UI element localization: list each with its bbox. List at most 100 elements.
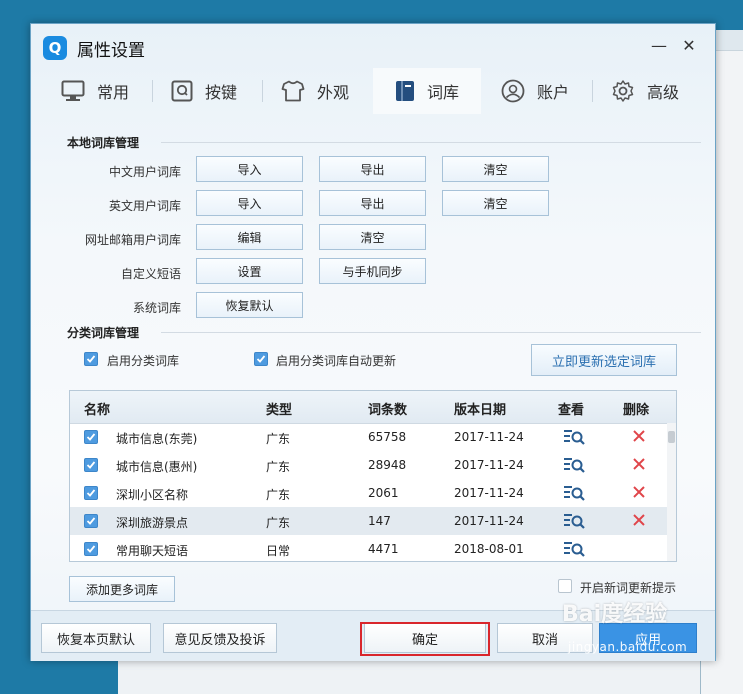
en-user-dict-label: 英文用户词库 <box>108 199 181 213</box>
tab-divider <box>592 80 593 102</box>
check-icon <box>86 489 96 497</box>
cn-export-button[interactable]: 导出 <box>319 156 426 182</box>
table-row[interactable]: 常用聊天短语 日常 4471 2018-08-01 <box>70 535 668 561</box>
auto-update-label: 启用分类词库自动更新 <box>276 354 397 368</box>
section-divider <box>161 142 701 143</box>
tab-appearance[interactable]: 外观 <box>281 68 371 114</box>
tab-advanced[interactable]: 高级 <box>611 68 701 114</box>
watermark-url: jingyan.baidu.com <box>568 640 688 654</box>
row-checkbox[interactable] <box>84 486 98 500</box>
new-word-hint-label: 开启新词更新提示 <box>580 581 677 595</box>
close-button[interactable]: ✕ <box>679 36 699 56</box>
view-list-icon[interactable] <box>564 456 586 474</box>
check-icon <box>86 461 96 469</box>
view-list-icon[interactable] <box>564 512 586 530</box>
tab-general-label: 常用 <box>97 83 130 102</box>
row-type: 广东 <box>266 488 291 502</box>
delete-icon[interactable] <box>632 485 646 499</box>
col-view: 查看 <box>558 403 585 418</box>
row-checkbox[interactable] <box>84 458 98 472</box>
url-email-dict-label: 网址邮箱用户词库 <box>84 233 181 247</box>
url-clear-button[interactable]: 清空 <box>319 224 426 250</box>
delete-icon[interactable] <box>632 457 646 471</box>
table-row[interactable]: 城市信息(惠州) 广东 28948 2017-11-24 <box>70 451 668 479</box>
titlebar: Q 属性设置 — ✕ <box>31 24 715 68</box>
auto-update-checkbox[interactable] <box>254 352 268 366</box>
row-checkbox[interactable] <box>84 542 98 556</box>
user-icon <box>501 79 525 103</box>
url-edit-button[interactable]: 编辑 <box>196 224 303 250</box>
row-date: 2017-11-24 <box>454 486 524 500</box>
category-dict-table: 名称 类型 词条数 版本日期 查看 删除 城市信息(东莞) 广东 65758 2017… <box>69 390 677 562</box>
tab-general[interactable]: 常用 <box>61 68 151 114</box>
en-clear-button[interactable]: 清空 <box>442 190 549 216</box>
col-date: 版本日期 <box>454 403 507 418</box>
row-name: 城市信息(东莞) <box>116 432 198 446</box>
row-type: 广东 <box>266 432 291 446</box>
view-list-icon[interactable] <box>564 484 586 502</box>
enable-category-checkbox[interactable] <box>84 352 98 366</box>
view-list-icon[interactable] <box>564 428 586 446</box>
table-row[interactable]: 深圳小区名称 广东 2061 2017-11-24 <box>70 479 668 507</box>
properties-dialog: Q 属性设置 — ✕ 常用 按键 外观 词库 账户 高级 本地词库管理 中文用户… <box>30 23 716 661</box>
row-count: 28948 <box>368 458 407 472</box>
table-row[interactable]: 城市信息(东莞) 广东 65758 2017-11-24 <box>70 423 668 451</box>
feedback-button[interactable]: 意见反馈及投诉 <box>163 623 277 653</box>
row-date: 2017-11-24 <box>454 514 524 528</box>
book-icon <box>396 81 414 101</box>
tab-dictionary[interactable]: 词库 <box>373 68 481 114</box>
ok-highlight-box <box>360 622 490 656</box>
tab-divider <box>262 80 263 102</box>
check-icon <box>86 517 96 525</box>
row-date: 2017-11-24 <box>454 430 524 444</box>
tab-keys[interactable]: 按键 <box>171 68 261 114</box>
row-type: 广东 <box>266 516 291 530</box>
tab-keys-label: 按键 <box>205 83 238 102</box>
monitor-icon <box>61 80 85 101</box>
col-type: 类型 <box>266 403 293 418</box>
check-icon <box>256 355 266 363</box>
en-import-button[interactable]: 导入 <box>196 190 303 216</box>
row-type: 广东 <box>266 460 291 474</box>
new-word-hint-checkbox[interactable] <box>558 579 572 593</box>
restore-page-default-button[interactable]: 恢复本页默认 <box>41 623 151 653</box>
delete-icon[interactable] <box>632 429 646 443</box>
enable-category-label: 启用分类词库 <box>107 354 180 368</box>
tab-advanced-label: 高级 <box>647 83 680 102</box>
row-count: 65758 <box>368 430 407 444</box>
row-checkbox[interactable] <box>84 514 98 528</box>
add-more-dict-button[interactable]: 添加更多词库 <box>69 576 175 602</box>
custom-phrase-settings-button[interactable]: 设置 <box>196 258 303 284</box>
scrollbar-thumb[interactable] <box>668 431 675 443</box>
delete-icon[interactable] <box>632 513 646 527</box>
en-export-button[interactable]: 导出 <box>319 190 426 216</box>
cn-import-button[interactable]: 导入 <box>196 156 303 182</box>
tab-appearance-label: 外观 <box>317 83 350 102</box>
col-count: 词条数 <box>368 403 408 418</box>
row-checkbox[interactable] <box>84 430 98 444</box>
restore-default-button[interactable]: 恢复默认 <box>196 292 303 318</box>
row-name: 深圳小区名称 <box>116 488 189 502</box>
tab-divider <box>152 80 153 102</box>
update-selected-button[interactable]: 立即更新选定词库 <box>531 344 677 376</box>
row-name: 城市信息(惠州) <box>116 460 198 474</box>
table-row[interactable]: 深圳旅游景点 广东 147 2017-11-24 <box>70 507 668 535</box>
tab-dictionary-label: 词库 <box>427 83 460 102</box>
category-dict-title: 分类词库管理 <box>67 326 140 340</box>
minimize-button[interactable]: — <box>649 36 669 56</box>
view-list-icon[interactable] <box>564 540 586 558</box>
row-name: 深圳旅游景点 <box>116 516 189 530</box>
check-icon <box>86 545 96 553</box>
baidu-watermark: Bai度经验 <box>562 602 668 627</box>
gear-icon <box>612 80 634 102</box>
tab-bar: 常用 按键 外观 词库 账户 高级 <box>31 68 715 114</box>
cn-clear-button[interactable]: 清空 <box>442 156 549 182</box>
custom-phrase-label: 自定义短语 <box>120 267 181 281</box>
section-divider <box>161 332 701 333</box>
shirt-icon <box>281 80 305 102</box>
table-scrollbar[interactable] <box>667 423 676 561</box>
check-icon <box>86 355 96 363</box>
tab-account[interactable]: 账户 <box>501 68 591 114</box>
row-count: 2061 <box>368 486 399 500</box>
sync-with-phone-button[interactable]: 与手机同步 <box>319 258 426 284</box>
